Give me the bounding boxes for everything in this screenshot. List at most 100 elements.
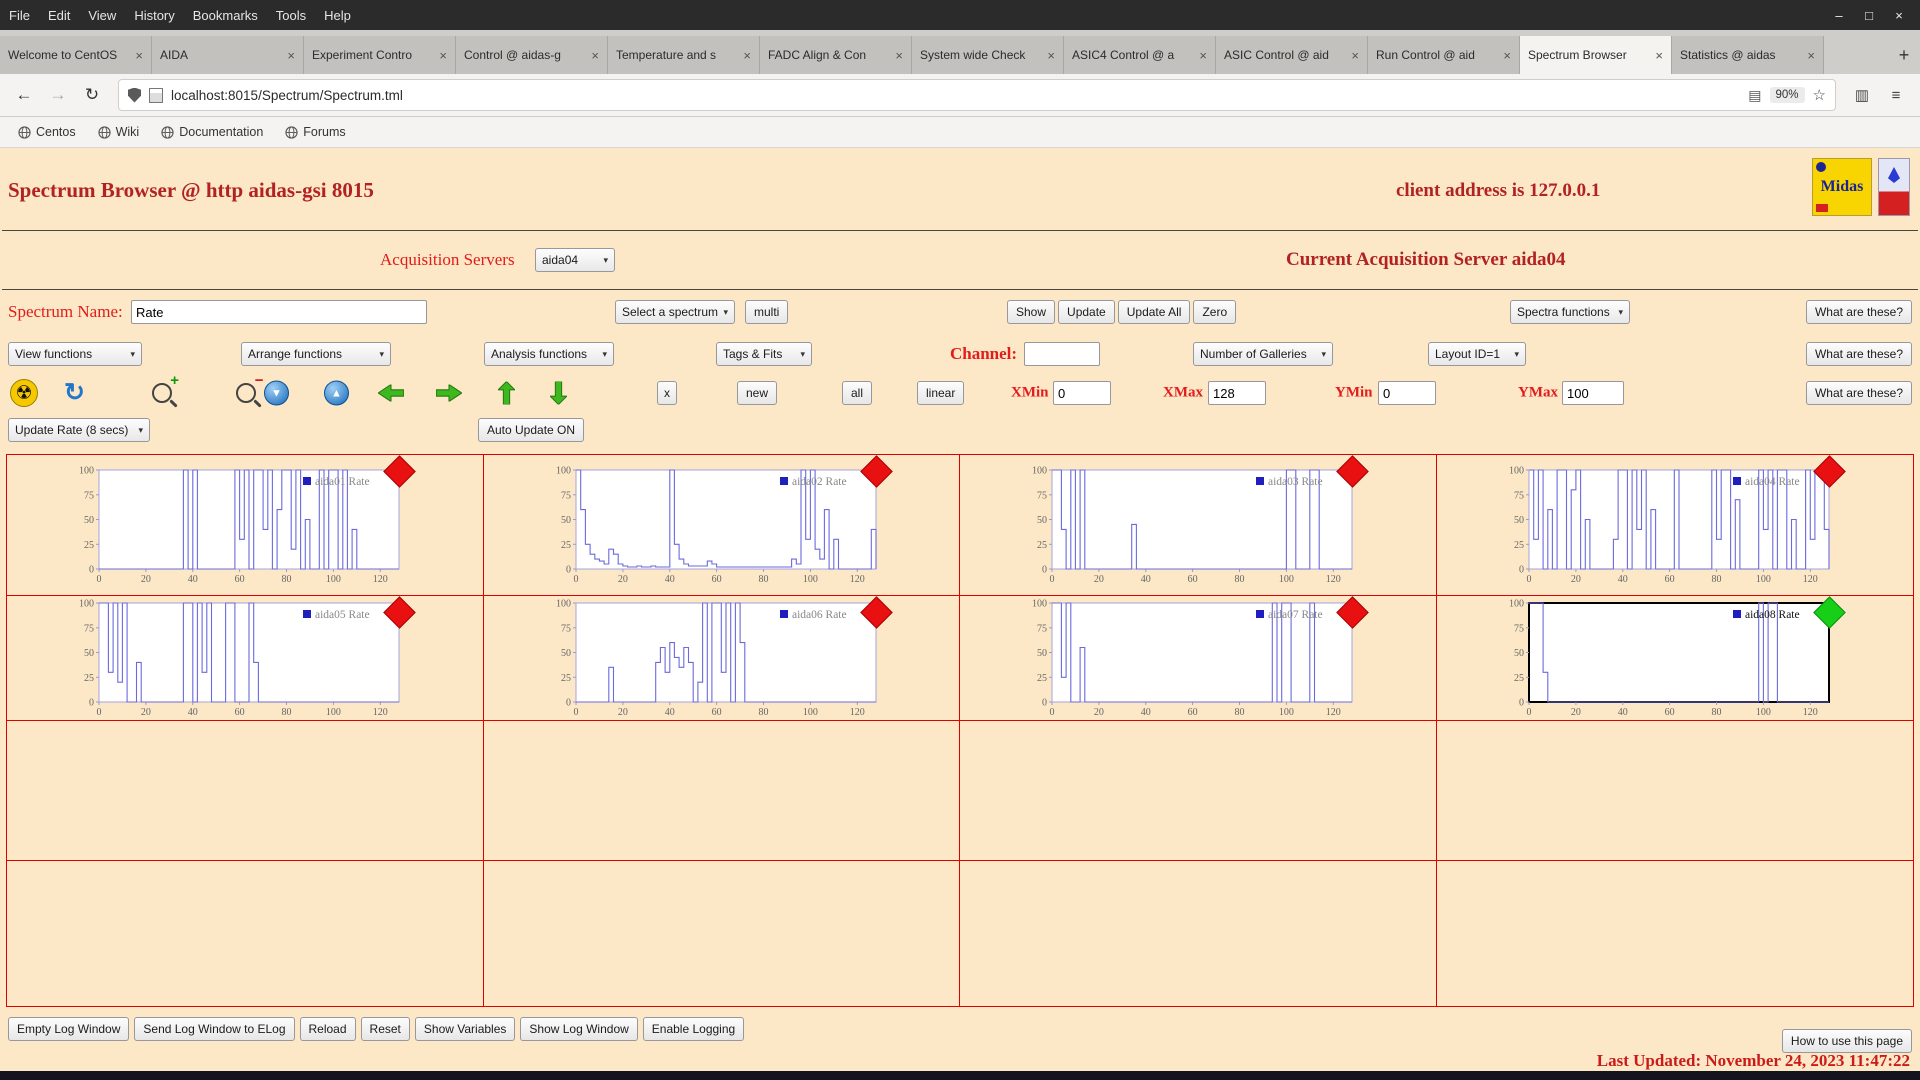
tab-system-wide-check[interactable]: System wide Check × [912,36,1064,74]
tab-run-control-aid[interactable]: Run Control @ aid × [1368,36,1520,74]
what-are-these-button-2[interactable]: What are these? [1805,342,1912,366]
enable-logging-button[interactable]: Enable Logging [642,1017,745,1041]
menu-bookmarks[interactable]: Bookmarks [184,8,267,23]
zero-button[interactable]: Zero [1193,300,1237,324]
tab-asic-control-aid[interactable]: ASIC Control @ aid × [1216,36,1368,74]
how-to-use-button[interactable]: How to use this page [1781,1029,1912,1053]
menu-help[interactable]: Help [315,8,360,23]
spectrum-chart-aida06-rate[interactable]: 0 25 50 75 100 0 20 40 60 80 100 120 aida06 Rate [542,597,886,719]
zoom-out-icon[interactable]: − [236,372,263,403]
xmin-input[interactable] [1053,381,1111,405]
pan-down-icon[interactable] [548,380,569,406]
x-button[interactable]: x [657,381,677,405]
channel-input[interactable] [1024,342,1100,366]
spectrum-chart-aida01-rate[interactable]: 0 25 50 75 100 0 20 40 60 80 100 120 aida01 Rate [65,464,409,586]
bookmark-star-icon[interactable]: ☆ [1813,86,1826,104]
tags-fits-dropdown[interactable]: Tags & Fits ▾ [716,342,812,366]
tab-control-aidas-g[interactable]: Control @ aidas-g × [456,36,608,74]
app-menu-icon[interactable]: ≡ [1882,81,1910,109]
back-button[interactable]: ← [10,81,38,109]
close-icon[interactable]: × [1886,8,1912,23]
reload-button[interactable]: Reload [299,1017,356,1041]
spectrum-chart-aida04-rate[interactable]: 0 25 50 75 100 0 20 40 60 80 100 120 aida04 Rate [1495,464,1839,586]
send-log-window-to-elog-button[interactable]: Send Log Window to ELog [134,1017,295,1041]
tab-fadc-align-con[interactable]: FADC Align & Con × [760,36,912,74]
reader-mode-icon[interactable]: ▤ [1748,87,1761,104]
tab-close-icon[interactable]: × [439,48,447,63]
spectrum-chart-aida05-rate[interactable]: 0 25 50 75 100 0 20 40 60 80 100 120 aida05 Rate [65,597,409,719]
gallery-cell-3[interactable]: 0 25 50 75 100 0 20 40 60 80 100 120 aida03 Rate [960,455,1437,596]
bookmark-centos[interactable]: Centos [12,125,82,139]
menu-edit[interactable]: Edit [39,8,79,23]
tab-welcome-to-centos[interactable]: Welcome to CentOS × [0,36,152,74]
spectrum-name-input[interactable] [131,300,427,324]
new-tab-button[interactable]: + [1888,36,1920,74]
show-variables-button[interactable]: Show Variables [414,1017,516,1041]
tab-close-icon[interactable]: × [1655,48,1663,63]
zoom-level-badge[interactable]: 90% [1769,87,1805,103]
tab-aida[interactable]: AIDA × [152,36,304,74]
tab-close-icon[interactable]: × [895,48,903,63]
ymax-input[interactable] [1562,381,1624,405]
pan-left-icon[interactable] [377,383,405,403]
zoom-in-icon[interactable]: + [152,372,179,403]
tab-close-icon[interactable]: × [1199,48,1207,63]
new-button[interactable]: new [737,381,778,405]
spectrum-chart-aida07-rate[interactable]: 0 25 50 75 100 0 20 40 60 80 100 120 aida07 Rate [1018,597,1362,719]
what-are-these-button-1[interactable]: What are these? [1805,300,1912,324]
gallery-cell-2[interactable]: 0 25 50 75 100 0 20 40 60 80 100 120 aida02 Rate [483,455,960,596]
blue-down-arrow-icon[interactable]: ▼ [264,380,289,406]
tab-close-icon[interactable]: × [591,48,599,63]
tab-close-icon[interactable]: × [1047,48,1055,63]
tab-close-icon[interactable]: × [1503,48,1511,63]
bookmark-forums[interactable]: Forums [279,125,351,139]
number-of-galleries-dropdown[interactable]: Number of Galleries ▾ [1193,342,1333,366]
tab-asic4-control-a[interactable]: ASIC4 Control @ a × [1064,36,1216,74]
acquisition-server-select[interactable]: aida04 ▾ [535,248,615,272]
refresh-icon[interactable]: ↻ [64,380,85,406]
spectrum-chart-aida03-rate[interactable]: 0 25 50 75 100 0 20 40 60 80 100 120 aida03 Rate [1018,464,1362,586]
tab-close-icon[interactable]: × [287,48,295,63]
tab-close-icon[interactable]: × [135,48,143,63]
show-button[interactable]: Show [1007,300,1056,324]
all-button[interactable]: all [842,381,873,405]
pan-right-icon[interactable] [435,383,463,403]
gallery-cell-5[interactable]: 0 25 50 75 100 0 20 40 60 80 100 120 aida05 Rate [7,596,484,721]
radiation-icon[interactable]: ☢ [10,379,38,407]
update-all-button[interactable]: Update All [1117,300,1191,324]
minimize-icon[interactable]: – [1826,8,1852,23]
select-a-spectrum-dropdown[interactable]: Select a spectrum ▾ [615,300,735,324]
forward-button[interactable]: → [44,81,72,109]
tab-close-icon[interactable]: × [1807,48,1815,63]
shield-icon[interactable] [128,87,141,103]
linear-button[interactable]: linear [917,381,965,405]
url-text[interactable]: localhost:8015/Spectrum/Spectrum.tml [171,88,1740,103]
spectra-functions-dropdown[interactable]: Spectra functions ▾ [1510,300,1630,324]
layout-id-dropdown[interactable]: Layout ID=1 ▾ [1428,342,1526,366]
site-identity-icon[interactable] [149,87,163,103]
tab-spectrum-browser[interactable]: Spectrum Browser × [1520,36,1672,74]
spectrum-chart-aida08-rate[interactable]: 0 25 50 75 100 0 20 40 60 80 100 120 aida08 Rate [1495,597,1839,719]
tab-statistics-aidas[interactable]: Statistics @ aidas × [1672,36,1824,74]
gallery-cell-7[interactable]: 0 25 50 75 100 0 20 40 60 80 100 120 aida07 Rate [960,596,1437,721]
pan-up-icon[interactable] [496,380,517,406]
auto-update-button[interactable]: Auto Update ON [478,418,585,442]
xmax-input[interactable] [1208,381,1266,405]
update-rate-dropdown[interactable]: Update Rate (8 secs) ▾ [8,418,150,442]
bookmark-wiki[interactable]: Wiki [92,125,146,139]
empty-log-window-button[interactable]: Empty Log Window [8,1017,130,1041]
url-bar[interactable]: localhost:8015/Spectrum/Spectrum.tml ▤ 9… [118,79,1836,111]
tab-experiment-contro[interactable]: Experiment Contro × [304,36,456,74]
gallery-cell-6[interactable]: 0 25 50 75 100 0 20 40 60 80 100 120 aida06 Rate [483,596,960,721]
arrange-functions-dropdown[interactable]: Arrange functions ▾ [241,342,391,366]
gallery-cell-8[interactable]: 0 25 50 75 100 0 20 40 60 80 100 120 aida08 Rate [1436,596,1913,721]
ymin-input[interactable] [1378,381,1436,405]
blue-up-arrow-icon[interactable]: ▲ [324,380,349,406]
reset-button[interactable]: Reset [360,1017,410,1041]
tab-close-icon[interactable]: × [743,48,751,63]
analysis-functions-dropdown[interactable]: Analysis functions ▾ [484,342,614,366]
maximize-icon[interactable]: □ [1856,8,1882,23]
spectrum-chart-aida02-rate[interactable]: 0 25 50 75 100 0 20 40 60 80 100 120 aida02 Rate [542,464,886,586]
menu-view[interactable]: View [79,8,125,23]
gallery-cell-1[interactable]: 0 25 50 75 100 0 20 40 60 80 100 120 aida01 Rate [7,455,484,596]
